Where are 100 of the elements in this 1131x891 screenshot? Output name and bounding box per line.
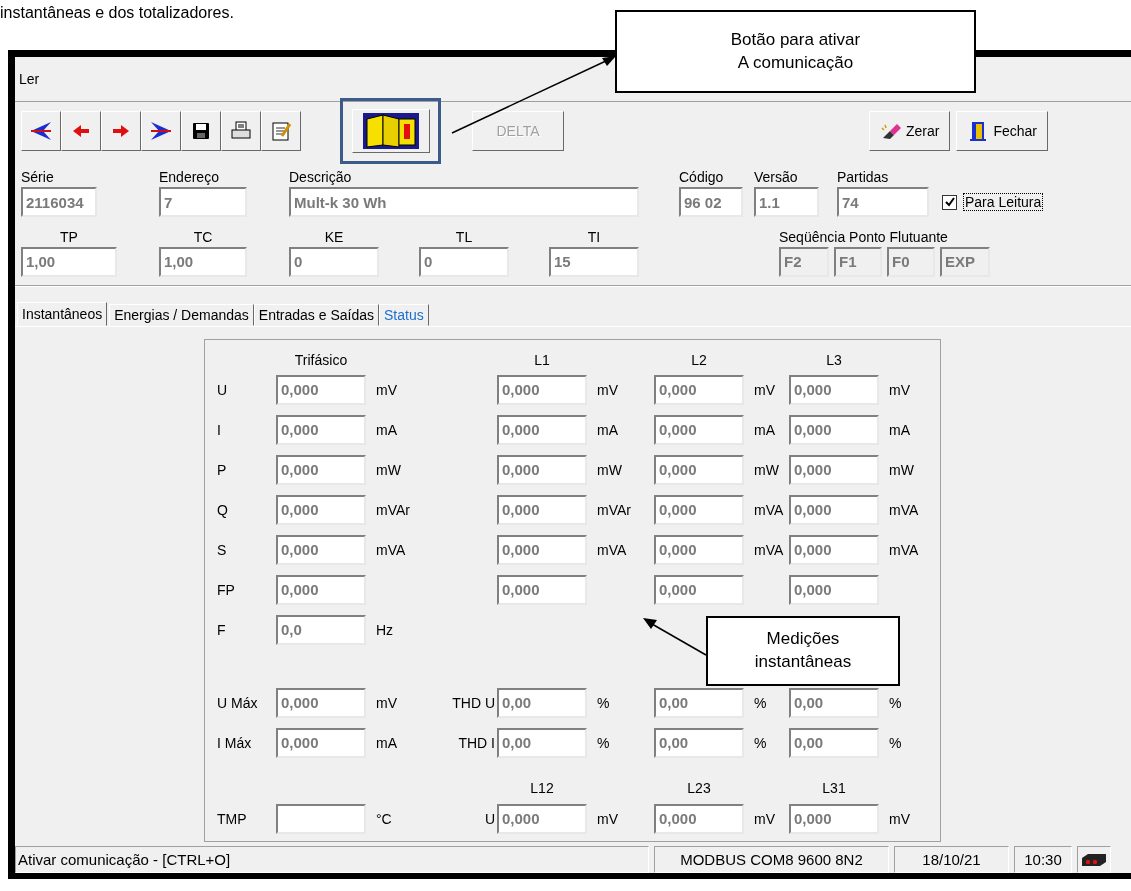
- field-label: KE: [324, 228, 344, 245]
- device-icon: [1080, 851, 1108, 868]
- text-field[interactable]: 0: [419, 246, 509, 277]
- checkbox[interactable]: [942, 194, 957, 210]
- value-field[interactable]: 0,000: [276, 727, 366, 758]
- text-field[interactable]: 74: [837, 187, 929, 218]
- unit-label: mV: [753, 810, 776, 827]
- toolbar-button[interactable]: [181, 110, 221, 151]
- value-field[interactable]: 0,000: [497, 374, 587, 405]
- value-field[interactable]: 0,000: [654, 494, 744, 525]
- column-header: L12: [530, 779, 554, 796]
- tab[interactable]: Energias / Demandas: [109, 303, 254, 326]
- value-field[interactable]: 0,00: [654, 727, 744, 758]
- clear-button[interactable]: Zerar: [869, 110, 951, 151]
- unit-label: mVAr: [375, 501, 411, 518]
- value-field[interactable]: 0,00: [497, 727, 587, 758]
- unit-label: %: [596, 734, 611, 751]
- text-field[interactable]: 1,00: [21, 246, 117, 277]
- toolbar-button[interactable]: [141, 110, 181, 151]
- text-field[interactable]: 15: [549, 246, 639, 277]
- read-checkbox-row[interactable]: Para Leitura: [942, 193, 1131, 218]
- value-field[interactable]: 0,00: [789, 727, 879, 758]
- unit-label: mA: [596, 421, 619, 438]
- arrow-left-icon: [30, 119, 52, 142]
- value-field[interactable]: 0,000: [654, 803, 744, 834]
- value-field[interactable]: 0,0: [276, 614, 366, 645]
- unit-label: mVA: [375, 541, 407, 558]
- unit-label: mVA: [596, 541, 628, 558]
- text-field[interactable]: 2116034: [21, 187, 97, 218]
- value-field[interactable]: 0,000: [654, 374, 744, 405]
- close-button[interactable]: Fechar: [956, 110, 1049, 151]
- status-date: 18/10/21: [894, 846, 1009, 873]
- value-field[interactable]: 0,000: [497, 574, 587, 605]
- value-field[interactable]: 0,000: [789, 414, 879, 445]
- value-field[interactable]: 0,000: [789, 574, 879, 605]
- unit-label: mV: [375, 381, 398, 398]
- value-field[interactable]: 0,000: [654, 454, 744, 485]
- connection-status: MODBUS COM8 9600 8N2: [654, 846, 889, 873]
- unit-label: mA: [888, 421, 911, 438]
- unit-label: mA: [753, 421, 776, 438]
- connect-button[interactable]: [351, 108, 430, 153]
- unit-label: mVA: [888, 541, 920, 558]
- value-field[interactable]: 0,000: [497, 494, 587, 525]
- column-header: L3: [826, 351, 842, 368]
- check-icon: [944, 197, 955, 208]
- text-field[interactable]: 96 02: [679, 187, 743, 218]
- row-label: I: [217, 421, 221, 438]
- value-field[interactable]: 0,000: [276, 687, 366, 718]
- field-label: TC: [193, 228, 213, 245]
- field-label: Partidas: [837, 169, 889, 186]
- text-field[interactable]: 1.1: [754, 187, 819, 218]
- value-field[interactable]: 0,000: [276, 414, 366, 445]
- value-field[interactable]: 0,000: [789, 374, 879, 405]
- unit-label: mW: [888, 461, 915, 478]
- value-field[interactable]: 0,00: [654, 687, 744, 718]
- value-field[interactable]: 0,000: [654, 534, 744, 565]
- value-field[interactable]: 0,000: [276, 374, 366, 405]
- unit-label: mVA: [753, 501, 785, 518]
- row-label: S: [217, 541, 227, 558]
- value-field[interactable]: 0,000: [789, 803, 879, 834]
- tab[interactable]: Instantâneos: [17, 301, 108, 326]
- field-label: Endereço: [159, 169, 219, 186]
- field-label: TI: [587, 228, 601, 245]
- value-field[interactable]: 0,000: [276, 574, 366, 605]
- row-label: THD U: [452, 694, 496, 711]
- value-field[interactable]: 0,000: [789, 494, 879, 525]
- text-field[interactable]: 0: [289, 246, 379, 277]
- value-field[interactable]: 0,000: [789, 454, 879, 485]
- intro-text: instantâneas e dos totalizadores.: [0, 4, 234, 21]
- row-label: U: [484, 810, 496, 827]
- value-field[interactable]: 0,000: [276, 494, 366, 525]
- value-field[interactable]: 0,000: [789, 534, 879, 565]
- unit-label: mA: [375, 734, 398, 751]
- text-field[interactable]: Mult-k 30 Wh: [289, 187, 639, 218]
- value-field[interactable]: 0,000: [497, 454, 587, 485]
- toolbar-button[interactable]: [21, 110, 61, 151]
- value-field[interactable]: 0,00: [497, 687, 587, 718]
- tab[interactable]: Status: [379, 303, 429, 326]
- field-label: Versão: [754, 169, 798, 186]
- value-field[interactable]: 0,00: [789, 687, 879, 718]
- value-field[interactable]: 0,000: [497, 534, 587, 565]
- value-field[interactable]: 0,000: [276, 534, 366, 565]
- field-label: TL: [455, 228, 473, 245]
- value-field[interactable]: 0,000: [654, 414, 744, 445]
- value-field[interactable]: [276, 803, 366, 834]
- text-field[interactable]: 7: [159, 187, 247, 218]
- value-field[interactable]: 0,000: [497, 803, 587, 834]
- notepad-icon: [270, 119, 292, 142]
- value-field[interactable]: 0,000: [654, 574, 744, 605]
- text-field[interactable]: 1,00: [159, 246, 247, 277]
- column-header: L2: [691, 351, 707, 368]
- tab[interactable]: Entradas e Saídas: [253, 303, 379, 326]
- value-field[interactable]: 0,000: [497, 414, 587, 445]
- row-label: THD I: [458, 734, 496, 751]
- group-label: Seqüência Ponto Flutuante: [779, 228, 948, 245]
- unit-label: mVA: [753, 541, 785, 558]
- row-label: Q: [217, 501, 228, 518]
- unit-label: mVAr: [596, 501, 632, 518]
- unit-label: mV: [888, 381, 911, 398]
- value-field[interactable]: 0,000: [276, 454, 366, 485]
